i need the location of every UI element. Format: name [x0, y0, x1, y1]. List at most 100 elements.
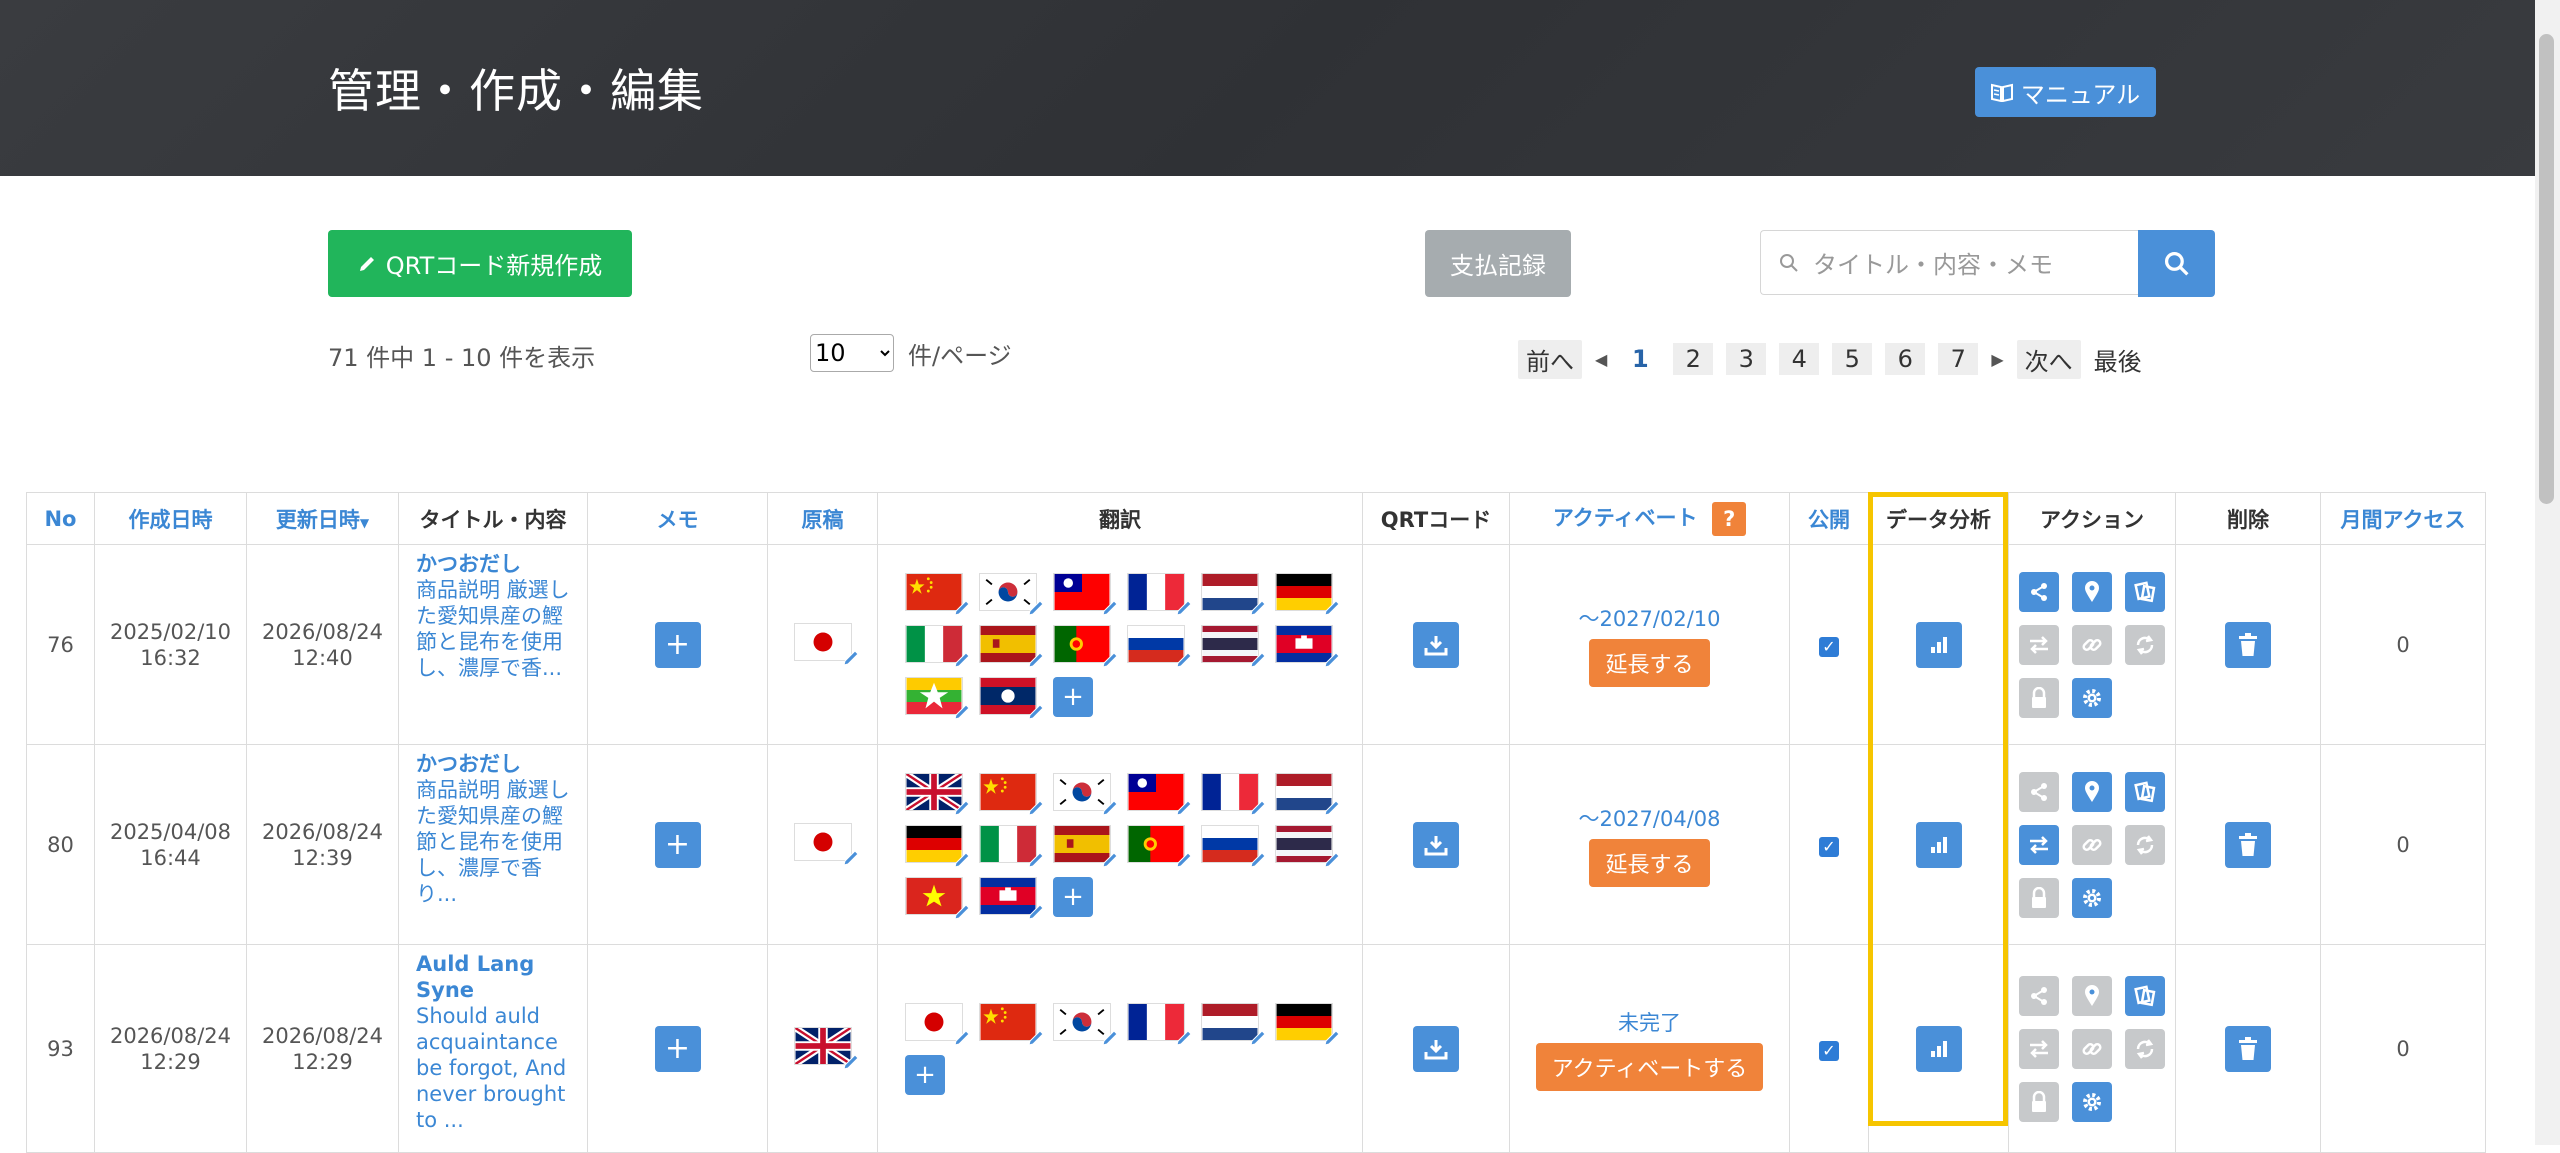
translation-flag-cn[interactable] — [979, 772, 1044, 816]
page-3[interactable]: 3 — [1726, 343, 1767, 375]
translation-flag-nl[interactable] — [1201, 572, 1266, 616]
settings-button[interactable] — [2072, 877, 2112, 918]
row-title[interactable]: かつおだし — [416, 551, 579, 577]
translation-flag-es[interactable] — [979, 624, 1044, 668]
location-button[interactable] — [2072, 975, 2112, 1016]
public-checkbox[interactable]: ✓ — [1819, 1040, 1839, 1061]
translation-flag-kh[interactable] — [979, 876, 1044, 920]
translation-flag-th[interactable] — [1275, 824, 1340, 868]
title-content-cell[interactable]: かつおだし 商品説明 厳選した愛知県産の鰹節と昆布を使用し、濃厚で香り... — [398, 744, 588, 945]
copy-button[interactable] — [2125, 975, 2165, 1016]
public-checkbox[interactable]: ✓ — [1819, 636, 1839, 657]
activation-button[interactable]: 延長する — [1589, 838, 1710, 887]
share-button[interactable] — [2019, 571, 2059, 612]
swap-button[interactable] — [2019, 824, 2059, 865]
help-icon[interactable]: ? — [1712, 501, 1747, 536]
sync-button[interactable] — [2125, 1028, 2165, 1069]
add-translation-button[interactable]: + — [905, 1054, 945, 1095]
lock-button[interactable] — [2019, 877, 2059, 918]
add-translation-button[interactable]: + — [1053, 876, 1093, 917]
col-updated[interactable]: 更新日時▼ — [246, 492, 399, 545]
link-button[interactable] — [2072, 624, 2112, 665]
translation-flag-th[interactable] — [1201, 624, 1266, 668]
lock-button[interactable] — [2019, 677, 2059, 718]
activation-button[interactable]: 延長する — [1589, 638, 1710, 687]
col-public[interactable]: 公開 — [1789, 492, 1869, 545]
col-monthly-access[interactable]: 月間アクセス — [2320, 492, 2486, 545]
share-button[interactable] — [2019, 975, 2059, 1016]
copy-button[interactable] — [2125, 571, 2165, 612]
analytics-button[interactable] — [1915, 821, 1962, 868]
page-7[interactable]: 7 — [1938, 343, 1979, 375]
translation-flag-es[interactable] — [1053, 824, 1118, 868]
link-button[interactable] — [2072, 824, 2112, 865]
translation-flag-ru[interactable] — [1127, 624, 1192, 668]
translation-flag-nl[interactable] — [1201, 1002, 1266, 1046]
row-content[interactable]: 商品説明 厳選した愛知県産の鰹節と昆布を使用し、濃厚で香り... — [416, 777, 579, 907]
analytics-button[interactable] — [1915, 621, 1962, 668]
translation-flag-cn[interactable] — [905, 572, 970, 616]
sync-button[interactable] — [2125, 624, 2165, 665]
per-page-select[interactable]: 10 — [810, 334, 894, 372]
translation-flag-ru[interactable] — [1201, 824, 1266, 868]
manual-button[interactable]: マニュアル — [1975, 67, 2156, 117]
search-button[interactable] — [2138, 230, 2215, 297]
last-page-button[interactable]: 最後 — [2094, 342, 2142, 377]
translation-flag-de[interactable] — [1275, 572, 1340, 616]
translation-flag-de[interactable] — [1275, 1002, 1340, 1046]
translation-flag-kr[interactable] — [1053, 772, 1118, 816]
translation-flag-kr[interactable] — [1053, 1002, 1118, 1046]
swap-button[interactable] — [2019, 1028, 2059, 1069]
col-created[interactable]: 作成日時 — [94, 492, 247, 545]
page-4[interactable]: 4 — [1779, 343, 1820, 375]
new-qrt-code-button[interactable]: QRTコード新規作成 — [328, 230, 632, 297]
original-flag-jp[interactable] — [793, 823, 859, 866]
col-memo[interactable]: メモ — [587, 492, 768, 545]
translation-flag-it[interactable] — [905, 624, 970, 668]
activation-button[interactable]: アクティベートする — [1535, 1042, 1764, 1091]
share-button[interactable] — [2019, 771, 2059, 812]
col-original[interactable]: 原稿 — [767, 492, 878, 545]
translation-flag-de[interactable] — [905, 824, 970, 868]
analytics-button[interactable] — [1915, 1025, 1962, 1072]
swap-button[interactable] — [2019, 624, 2059, 665]
translation-flag-mm[interactable] — [905, 676, 970, 720]
translation-flag-nl[interactable] — [1275, 772, 1340, 816]
col-activate[interactable]: アクティベート ? — [1509, 492, 1790, 545]
translation-flag-fr[interactable] — [1127, 572, 1192, 616]
translation-flag-pt[interactable] — [1053, 624, 1118, 668]
row-title[interactable]: かつおだし — [416, 751, 579, 777]
download-qrt-button[interactable] — [1413, 821, 1459, 868]
translation-flag-gb[interactable] — [905, 772, 970, 816]
row-content[interactable]: 商品説明 厳選した愛知県産の鰹節と昆布を使用し、濃厚で香... — [416, 577, 579, 681]
title-content-cell[interactable]: かつおだし 商品説明 厳選した愛知県産の鰹節と昆布を使用し、濃厚で香... — [398, 544, 588, 745]
title-content-cell[interactable]: Auld Lang Syne Should auld acquaintance b… — [398, 944, 588, 1153]
add-memo-button[interactable]: + — [654, 1025, 701, 1072]
col-no[interactable]: No — [26, 492, 95, 545]
add-translation-button[interactable]: + — [1053, 676, 1093, 717]
translation-flag-la[interactable] — [979, 676, 1044, 720]
scrollbar-thumb[interactable] — [2539, 34, 2554, 504]
lock-button[interactable] — [2019, 1081, 2059, 1122]
row-title[interactable]: Auld Lang Syne — [416, 951, 579, 1003]
add-memo-button[interactable]: + — [654, 621, 701, 668]
original-flag-jp[interactable] — [793, 623, 859, 666]
next-page-button[interactable]: 次へ — [2016, 339, 2081, 379]
delete-button[interactable] — [2225, 821, 2271, 868]
page-5[interactable]: 5 — [1832, 343, 1873, 375]
public-checkbox[interactable]: ✓ — [1819, 836, 1839, 857]
page-1[interactable]: 1 — [1620, 343, 1660, 375]
copy-button[interactable] — [2125, 771, 2165, 812]
settings-button[interactable] — [2072, 677, 2112, 718]
prev-page-button[interactable]: 前へ — [1518, 339, 1582, 379]
translation-flag-fr[interactable] — [1127, 1002, 1192, 1046]
location-button[interactable] — [2072, 771, 2112, 812]
download-qrt-button[interactable] — [1413, 1025, 1459, 1072]
search-input[interactable]: タイトル・内容・メモ — [1760, 230, 2138, 295]
delete-button[interactable] — [2225, 1025, 2271, 1072]
translation-flag-pt[interactable] — [1127, 824, 1192, 868]
payment-history-button[interactable]: 支払記録 — [1425, 230, 1571, 297]
translation-flag-kr[interactable] — [979, 572, 1044, 616]
link-button[interactable] — [2072, 1028, 2112, 1069]
page-6[interactable]: 6 — [1885, 343, 1926, 375]
